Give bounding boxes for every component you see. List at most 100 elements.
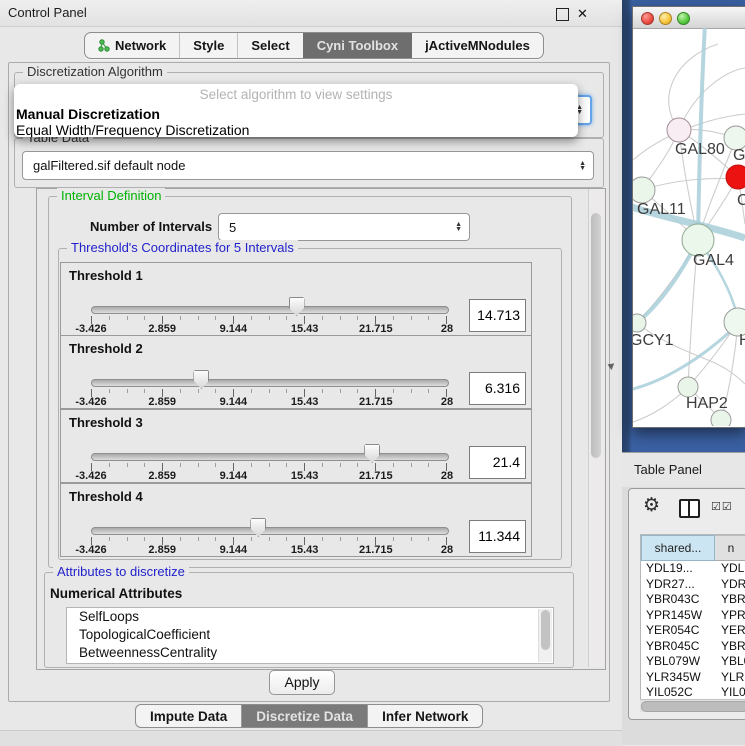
network-edge-highlighted[interactable]	[698, 28, 705, 239]
table-row[interactable]: YLR345WYLR3	[641, 670, 745, 686]
combo-stepper-icon[interactable]: ▲▼	[572, 161, 593, 171]
algorithm-placeholder-option[interactable]: Select algorithm to view settings	[14, 84, 578, 106]
column-header-shared-name[interactable]: shared...	[641, 535, 715, 561]
slider-track[interactable]	[91, 453, 449, 461]
network-node[interactable]	[711, 410, 731, 426]
scrollbar-thumb[interactable]	[541, 610, 550, 650]
network-view-window[interactable]: GAL80GACGAL11GAL4GCY1HHAP2	[632, 6, 745, 428]
tab-discretize-data[interactable]: Discretize Data	[241, 705, 367, 727]
threshold-value-box[interactable]: 6.316	[469, 372, 526, 405]
network-node[interactable]	[667, 118, 691, 142]
network-node[interactable]	[633, 314, 646, 332]
table-row[interactable]: YDR27...YDR2	[641, 577, 745, 593]
algorithm-option[interactable]: Manual Discretization	[14, 106, 578, 122]
cell-shared-name[interactable]: YDL19...	[641, 561, 715, 577]
cell-shared-name[interactable]: YDR27...	[641, 577, 715, 593]
cell-shared-name[interactable]: YLR345W	[641, 670, 715, 686]
algorithm-dropdown-popup: Select algorithm to view settings Manual…	[14, 84, 578, 137]
table-row[interactable]: YBR043CYBR0	[641, 592, 745, 608]
scale-label: 15.43	[291, 396, 319, 408]
scale-label: 2.859	[148, 470, 176, 482]
network-edge[interactable]	[669, 44, 718, 130]
threshold-label: Threshold 2	[69, 341, 143, 356]
table-panel-title: Table Panel	[634, 462, 702, 477]
attribute-list-item[interactable]: SelfLoops	[67, 608, 553, 626]
table-panel-box: ⚙ ☑☑ shared... n YDL19...YDL1YDR27...YDR…	[628, 488, 745, 720]
scrollbar-thumb[interactable]	[591, 213, 601, 458]
threshold-value-box[interactable]: 14.713	[469, 299, 526, 332]
tab-network[interactable]: Network	[85, 33, 179, 58]
attribute-list-item[interactable]: TopologicalCoefficient	[67, 626, 553, 644]
minimize-traffic-light-icon[interactable]	[659, 12, 672, 25]
numerical-attributes-list[interactable]: SelfLoopsTopologicalCoefficientBetweenne…	[66, 607, 554, 664]
scale-label: 2.859	[148, 323, 176, 335]
number-of-intervals-combobox[interactable]: 5 ▲▼	[218, 213, 470, 241]
cell-shared-name[interactable]: YER054C	[641, 623, 715, 639]
bottom-tab-bar: Impute DataDiscretize DataInfer Network	[135, 704, 483, 728]
network-node[interactable]	[678, 377, 698, 397]
tab-jactivemnodules[interactable]: jActiveMNodules	[411, 33, 543, 58]
cell-name[interactable]: YIL0	[715, 685, 745, 700]
cell-shared-name[interactable]: YBR043C	[641, 592, 715, 608]
interval-definition-legend: Interval Definition	[57, 188, 165, 203]
close-traffic-light-icon[interactable]	[641, 12, 654, 25]
close-icon[interactable]: ✕	[577, 6, 588, 22]
network-node[interactable]	[726, 165, 745, 189]
threshold-label: Threshold 4	[69, 489, 143, 504]
cell-shared-name[interactable]: YBR045C	[641, 639, 715, 655]
algorithm-option[interactable]: Equal Width/Frequency Discretization	[14, 122, 578, 137]
cell-shared-name[interactable]: YIL052C	[641, 685, 715, 700]
tab-impute-data[interactable]: Impute Data	[136, 705, 241, 727]
cell-name[interactable]: YBR0	[715, 592, 745, 608]
slider-track[interactable]	[91, 306, 449, 314]
cell-name[interactable]: YDR2	[715, 577, 745, 593]
cell-name[interactable]: YLR3	[715, 670, 745, 686]
slider-track[interactable]	[91, 379, 449, 387]
columns-icon[interactable]	[679, 499, 700, 518]
column-header-name[interactable]: n	[715, 535, 745, 561]
apply-button[interactable]: Apply	[269, 670, 335, 695]
network-node[interactable]	[633, 177, 655, 203]
network-graph[interactable]: GAL80GACGAL11GAL4GCY1HHAP2	[633, 28, 745, 426]
table-row[interactable]: YIL052CYIL0	[641, 685, 745, 700]
cell-name[interactable]: YER0	[715, 623, 745, 639]
tab-select[interactable]: Select	[237, 33, 302, 58]
cell-shared-name[interactable]: YPR145W	[641, 608, 715, 624]
gear-icon[interactable]: ⚙	[643, 494, 660, 517]
cell-name[interactable]: YBR0	[715, 639, 745, 655]
cell-name[interactable]: YBL0	[715, 654, 745, 670]
table-data-combobox[interactable]: galFiltered.sif default node ▲▼	[22, 151, 594, 180]
table-row[interactable]: YBL079WYBL0	[641, 654, 745, 670]
threshold-value-box[interactable]: 11.344	[469, 520, 526, 553]
scale-label: -3.426	[75, 396, 106, 408]
tab-cyni-toolbox[interactable]: Cyni Toolbox	[303, 33, 411, 58]
scrollbar-thumb[interactable]	[641, 701, 745, 712]
top-tab-bar: NetworkStyleSelectCyni ToolboxjActiveMNo…	[84, 32, 544, 59]
tab-style[interactable]: Style	[179, 33, 237, 58]
table-row[interactable]: YBR045CYBR0	[641, 639, 745, 655]
tab-infer-network[interactable]: Infer Network	[367, 705, 482, 727]
cell-shared-name[interactable]: YBL079W	[641, 654, 715, 670]
attribute-list-item[interactable]: BetweennessCentrality	[67, 644, 553, 662]
cell-name[interactable]: YDL1	[715, 561, 745, 577]
table-row[interactable]: YER054CYER0	[641, 623, 745, 639]
threshold-value-box[interactable]: 21.4	[469, 446, 526, 479]
cell-name[interactable]: YPR1	[715, 608, 745, 624]
network-window-titlebar[interactable]	[633, 7, 745, 29]
slider-scale: -3.4262.8599.14415.4321.71528	[91, 396, 447, 408]
numerical-attributes-title: Numerical Attributes	[50, 586, 182, 601]
checkboxes-icon[interactable]: ☑☑	[711, 500, 733, 513]
threshold-label: Threshold 1	[69, 268, 143, 283]
table-row[interactable]: YDL19...YDL1	[641, 561, 745, 577]
network-node-label: H	[739, 332, 745, 349]
list-scrollbar[interactable]	[538, 609, 552, 662]
zoom-traffic-light-icon[interactable]	[677, 12, 690, 25]
table-row[interactable]: YPR145WYPR1	[641, 608, 745, 624]
slider-track[interactable]	[91, 527, 449, 535]
float-window-icon[interactable]	[556, 8, 569, 21]
settings-vertical-scrollbar[interactable]	[588, 189, 604, 667]
combo-stepper-icon[interactable]: ▲▼	[448, 222, 469, 232]
scale-label: 21.715	[359, 323, 393, 335]
table-horizontal-scrollbar[interactable]	[640, 699, 745, 712]
network-node-label: GAL4	[693, 252, 734, 269]
